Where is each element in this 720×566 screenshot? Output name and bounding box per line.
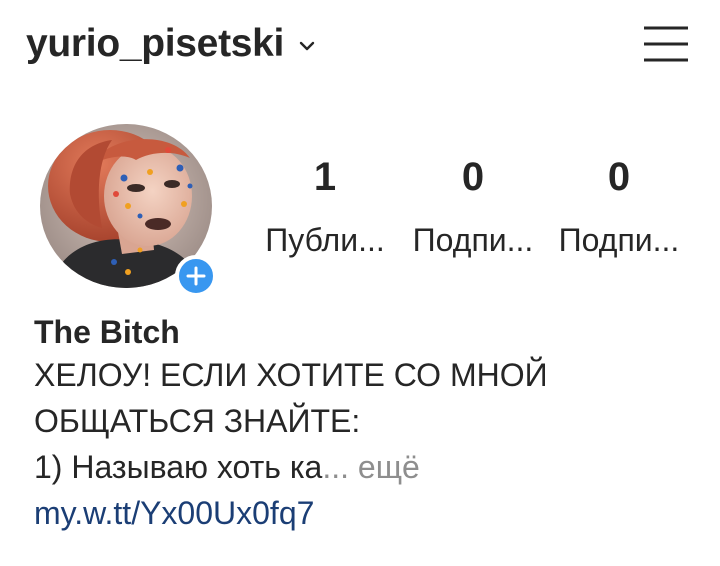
- bio-section: The Bitch ХЕЛОУ! ЕСЛИ ХОТИТЕ СО МНОЙ ОБЩ…: [34, 312, 694, 536]
- bio-line-3: 1) Называю хоть ка... ещё: [34, 444, 694, 490]
- avatar-container[interactable]: [40, 124, 217, 297]
- add-story-button[interactable]: [175, 255, 217, 297]
- posts-label: Публи...: [265, 222, 385, 258]
- following-count: 0: [607, 155, 631, 199]
- posts-stat[interactable]: 1 Публи...: [250, 152, 400, 262]
- top-bar: yurio_pisetski: [0, 0, 720, 90]
- followers-stat[interactable]: 0 Подпи...: [398, 152, 548, 262]
- bio-link[interactable]: my.w.tt/Yx00Ux0fq7: [34, 490, 314, 536]
- bio-line-3-text: 1) Называю хоть ка: [34, 449, 323, 485]
- hamburger-menu-icon[interactable]: [640, 22, 692, 66]
- plus-icon: [186, 266, 206, 286]
- bio-more-button[interactable]: ещё: [358, 449, 420, 485]
- followers-label: Подпи...: [412, 222, 534, 258]
- profile-header: 1 Публи... 0 Подпи... 0 Подпи...: [0, 110, 720, 300]
- profile-name: The Bitch: [34, 314, 180, 350]
- account-switcher[interactable]: yurio_pisetski: [26, 18, 316, 70]
- bio-ellipsis: ...: [322, 449, 350, 485]
- bio-line-1: ХЕЛОУ! ЕСЛИ ХОТИТЕ СО МНОЙ: [34, 357, 548, 393]
- followers-count: 0: [461, 155, 485, 199]
- chevron-down-icon[interactable]: [298, 39, 316, 53]
- posts-count: 1: [313, 155, 337, 199]
- bio-line-2: ОБЩАТЬСЯ ЗНАЙТЕ:: [34, 403, 361, 439]
- profile-stats: 1 Публи... 0 Подпи... 0 Подпи...: [250, 152, 700, 262]
- following-label: Подпи...: [558, 222, 680, 258]
- username[interactable]: yurio_pisetski: [26, 22, 284, 66]
- following-stat[interactable]: 0 Подпи...: [544, 152, 694, 262]
